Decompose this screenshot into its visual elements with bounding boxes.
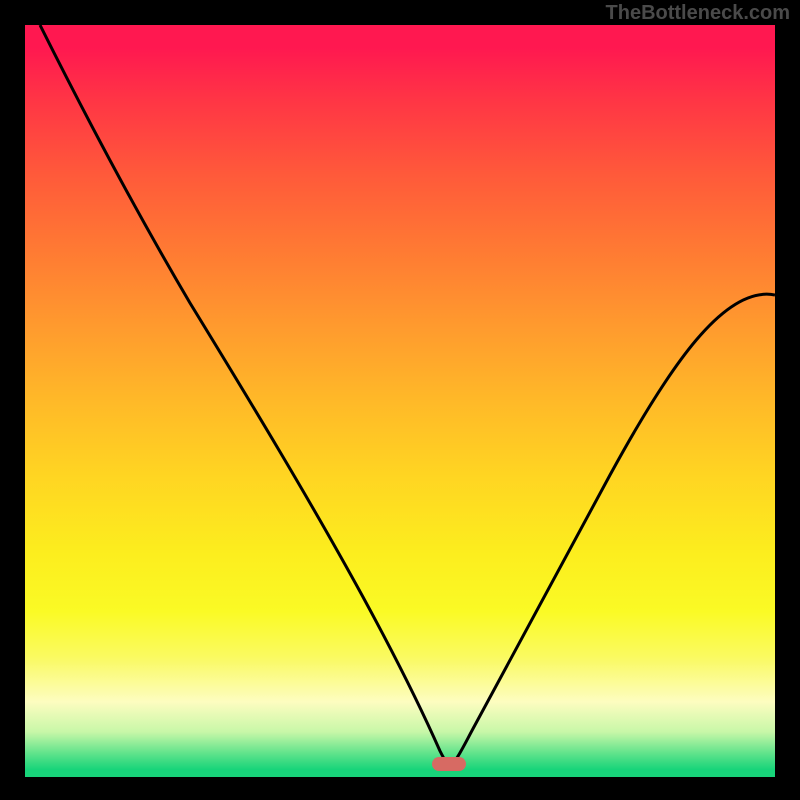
optimum-marker bbox=[432, 757, 466, 771]
curve-svg bbox=[25, 25, 775, 777]
bottleneck-curve bbox=[40, 25, 775, 765]
watermark-text: TheBottleneck.com bbox=[606, 2, 790, 25]
plot-area bbox=[25, 25, 775, 777]
